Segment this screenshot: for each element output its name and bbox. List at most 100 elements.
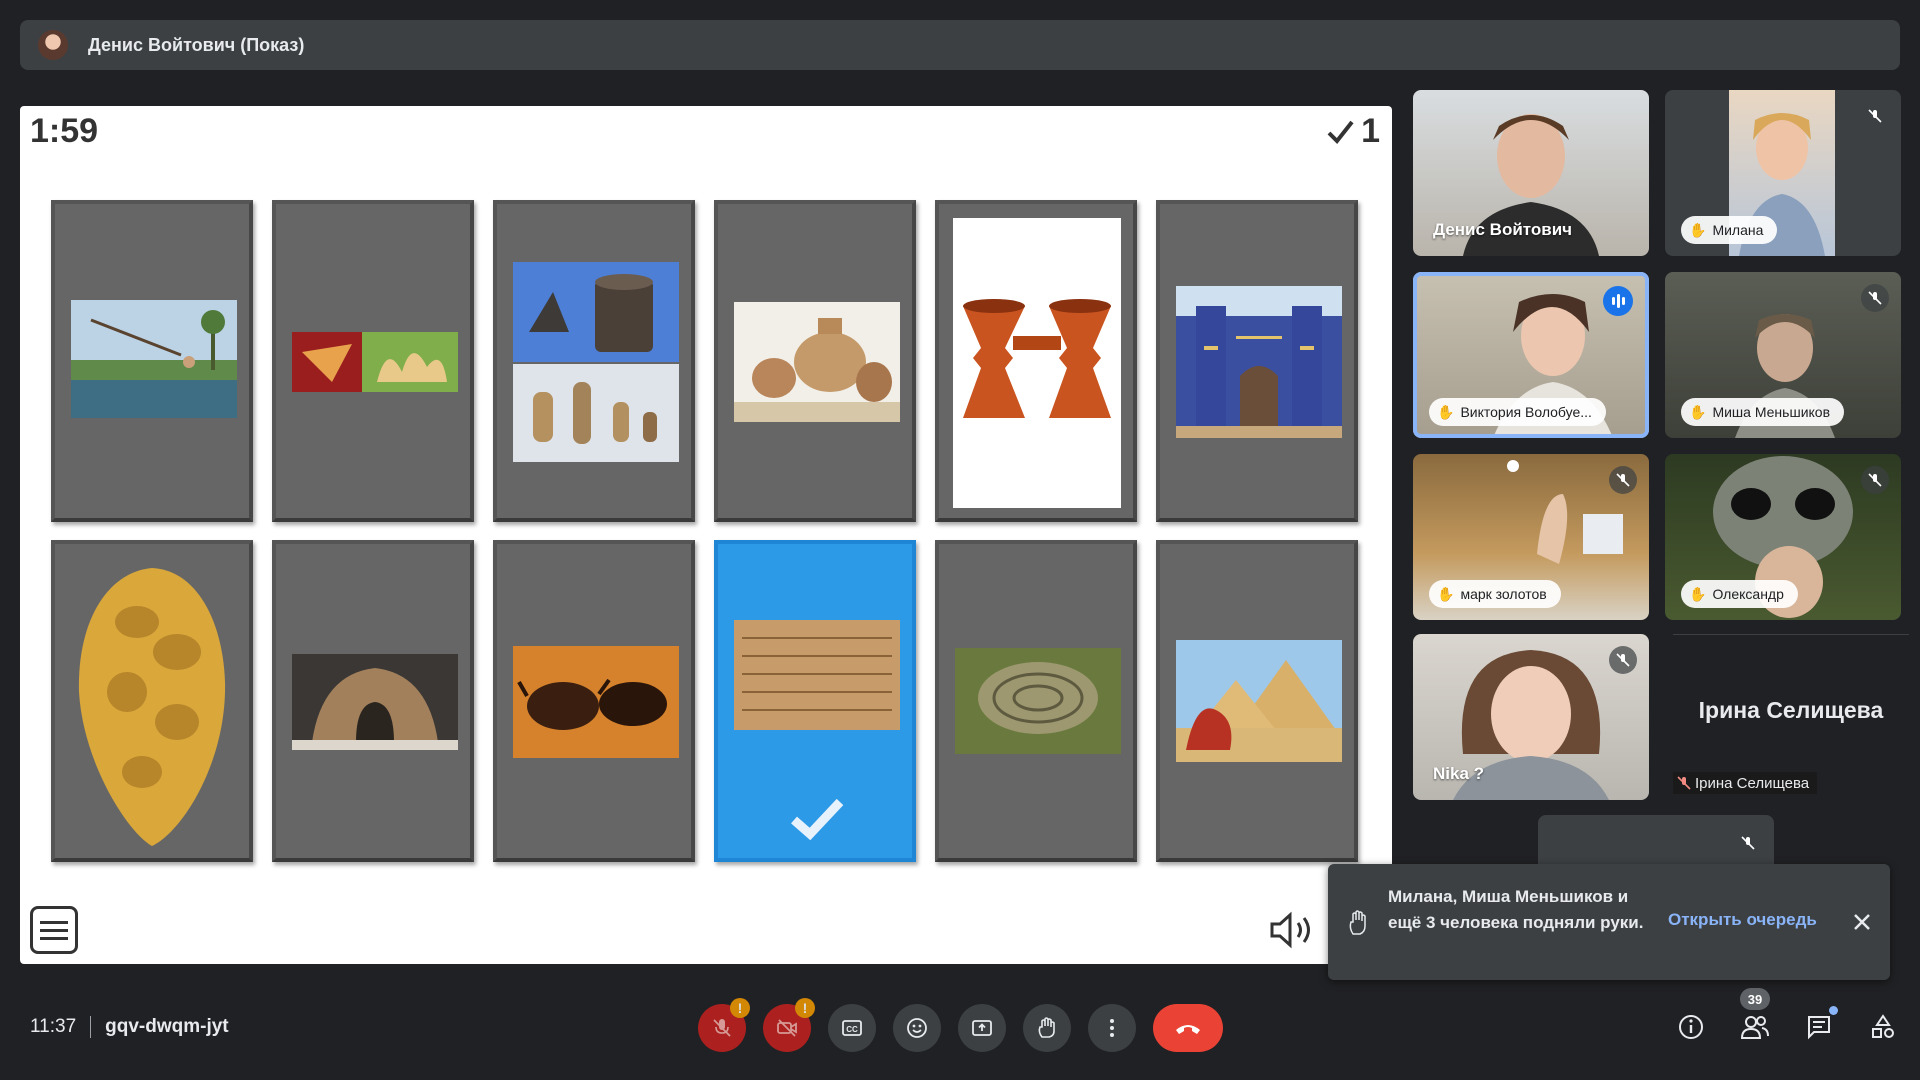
quiz-card-8[interactable]: [272, 540, 474, 862]
mammoth-bone-hut-photo: [292, 654, 458, 750]
participant-count-badge: 39: [1740, 988, 1770, 1010]
muted-mic-icon: [1609, 466, 1637, 494]
hand-axe-photo: [67, 562, 237, 852]
leave-call-button[interactable]: [1153, 1004, 1223, 1052]
open-queue-link[interactable]: Открыть очередь: [1668, 910, 1817, 930]
pyramids-camel-photo: [1176, 640, 1342, 762]
volume-icon[interactable]: [1268, 910, 1318, 950]
presenter-avatar: [38, 30, 68, 60]
warning-badge: !: [730, 998, 750, 1018]
participant-name-pill: ✋ Виктория Волобуе...: [1429, 398, 1606, 426]
camera-off-icon: [777, 1019, 797, 1037]
neolithic-pottery-photo: [513, 262, 679, 462]
muted-mic-icon: [1861, 102, 1889, 130]
meeting-info: 11:37 gqv-dwqm-jyt: [30, 1016, 229, 1038]
meeting-time: 11:37: [30, 1016, 77, 1037]
participant-name: Денис Войтович: [1433, 220, 1573, 239]
activities-button[interactable]: [1866, 1010, 1900, 1044]
quiz-card-1[interactable]: [51, 200, 253, 522]
quiz-card-5[interactable]: [935, 200, 1137, 522]
raised-hand-icon: ✋: [1689, 403, 1707, 420]
participant-name-pill: ✋ Олександр: [1681, 580, 1798, 608]
presenter-name: Денис Войтович (Показ): [88, 34, 305, 55]
more-options-button[interactable]: [1088, 1004, 1136, 1052]
call-controls: ! ! CC: [698, 998, 1223, 1052]
notification-message: Милана, Миша Меньшиков и ещё 3 человека …: [1388, 887, 1644, 932]
cuneiform-tablet-photo: [734, 620, 900, 730]
muted-mic-icon: [1609, 646, 1637, 674]
raise-hand-button[interactable]: [1023, 1004, 1071, 1052]
participant-name-pill: ✋ марк золотов: [1429, 580, 1561, 608]
emoji-icon: [907, 1018, 927, 1038]
reactions-button[interactable]: [893, 1004, 941, 1052]
quiz-card-9[interactable]: [493, 540, 695, 862]
divider: [90, 1016, 92, 1038]
captions-button[interactable]: CC: [828, 1004, 876, 1052]
twin-vessel-photo: [953, 218, 1121, 508]
muted-mic-icon: [1861, 466, 1889, 494]
irrigation-photo: [71, 300, 237, 418]
participant-name-pill: ✋ Милана: [1681, 216, 1778, 244]
raised-hand-icon: ✋: [1437, 585, 1455, 602]
participant-tile[interactable]: ✋ Милана: [1665, 90, 1901, 256]
mic-off-icon: [713, 1019, 731, 1037]
presenter-bar: Денис Войтович (Показ): [20, 20, 1900, 70]
selected-check-icon: [791, 798, 844, 840]
quiz-card-7[interactable]: [51, 540, 253, 862]
people-button[interactable]: 39: [1738, 988, 1772, 1044]
participant-tile[interactable]: ✋ марк золотов: [1413, 454, 1649, 620]
quiz-score: 1: [1325, 112, 1380, 151]
svg-text:CC: CC: [846, 1025, 858, 1034]
chat-icon: [1808, 1016, 1830, 1040]
info-icon: [1679, 1015, 1703, 1039]
activities-icon: [1872, 1014, 1894, 1038]
quiz-card-3[interactable]: [493, 200, 695, 522]
quiz-card-12[interactable]: [1156, 540, 1358, 862]
muted-mic-icon: [1734, 829, 1762, 857]
participant-tile[interactable]: ✋ Миша Меньшиков: [1665, 272, 1901, 438]
meeting-details-button[interactable]: [1674, 1010, 1708, 1044]
ishtar-gate-photo: [1176, 286, 1342, 438]
participant-tile[interactable]: Nika ?: [1413, 634, 1649, 800]
participant-tile[interactable]: ✋ Виктория Волобуе...: [1413, 272, 1649, 438]
card-grid: [51, 200, 1358, 862]
present-screen-button[interactable]: [958, 1004, 1006, 1052]
participant-tile[interactable]: ✋ Олександр: [1665, 454, 1901, 620]
raised-hands-notification: Милана, Миша Меньшиков и ещё 3 человека …: [1328, 864, 1890, 980]
quiz-card-10[interactable]: [714, 540, 916, 862]
participant-name-label: Ірина Селищева: [1673, 772, 1818, 794]
speaking-indicator-icon: [1603, 286, 1633, 316]
close-icon[interactable]: [1848, 908, 1876, 936]
camera-toggle-button[interactable]: !: [763, 998, 815, 1052]
participant-tile[interactable]: Денис Войтович: [1413, 90, 1649, 256]
quiz-timer: 1:59: [30, 112, 99, 150]
microphone-toggle-button[interactable]: !: [698, 998, 750, 1052]
participant-tile-no-video[interactable]: Ірина Селищева Ірина Селищева: [1673, 634, 1909, 800]
hamburger-menu-button[interactable]: [30, 906, 78, 954]
quiz-card-6[interactable]: [1156, 200, 1358, 522]
chat-button[interactable]: [1802, 1006, 1838, 1044]
participant-name: Nika ?: [1433, 764, 1485, 783]
more-vertical-icon: [1110, 1019, 1114, 1037]
meeting-code: gqv-dwqm-jyt: [105, 1016, 229, 1037]
pottery-collection-photo: [734, 302, 900, 422]
muted-mic-icon: [1861, 284, 1889, 312]
quiz-card-2[interactable]: [272, 200, 474, 522]
muted-mic-icon: [1677, 776, 1691, 790]
present-screen-icon: [972, 1020, 992, 1036]
checkmark-icon: [1327, 120, 1354, 144]
quiz-card-4[interactable]: [714, 200, 916, 522]
end-call-icon: [1176, 1025, 1200, 1034]
people-icon: [1740, 1016, 1769, 1039]
raised-hand-icon: ✋: [1437, 403, 1455, 420]
unread-dot: [1829, 1006, 1838, 1015]
quiz-card-11[interactable]: [935, 540, 1137, 862]
participant-name-pill: ✋ Миша Меньшиков: [1681, 398, 1845, 426]
closed-captions-icon: CC: [842, 1020, 862, 1036]
cave-painting-bison-photo: [513, 646, 679, 758]
warning-badge: !: [795, 998, 815, 1018]
score-value: 1: [1361, 112, 1380, 150]
ancient-settlement-aerial-photo: [955, 648, 1121, 754]
raised-hand-icon: ✋: [1689, 221, 1707, 238]
meeting-side-controls: 39: [1674, 988, 1900, 1044]
